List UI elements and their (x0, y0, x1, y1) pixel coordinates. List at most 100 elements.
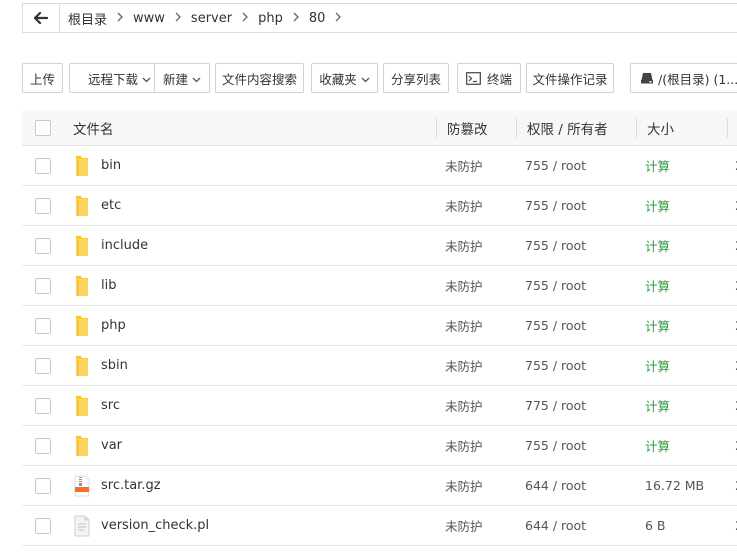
header-perm-owner[interactable]: 权限 / 所有者 (527, 110, 608, 145)
calculate-size-link[interactable]: 计算 (645, 426, 670, 465)
header-protect[interactable]: 防篡改 (447, 110, 488, 145)
calculate-size-link[interactable]: 计算 (645, 186, 670, 225)
breadcrumb-item[interactable]: server (189, 11, 234, 26)
disk-icon (640, 72, 654, 84)
chevron-down-icon (192, 71, 201, 86)
filename[interactable]: bin (101, 158, 121, 173)
favorites-button[interactable]: 收藏夹 (311, 63, 378, 93)
terminal-button[interactable]: 终端 (457, 63, 521, 93)
filename[interactable]: var (101, 438, 122, 453)
filename-cell[interactable]: php (73, 306, 126, 345)
filename[interactable]: src.tar.gz (101, 478, 161, 493)
table-row[interactable]: sbin未防护755 / root计算2 (22, 346, 737, 386)
row-checkbox-cell (35, 466, 51, 505)
table-row[interactable]: lib未防护755 / root计算2 (22, 266, 737, 306)
upload-button[interactable]: 上传 (22, 63, 63, 93)
protect-status: 未防护 (445, 439, 483, 454)
protect-status: 未防护 (445, 519, 483, 534)
column-divider (516, 118, 517, 138)
chevron-right-icon (285, 11, 307, 25)
filename[interactable]: sbin (101, 358, 128, 373)
row-checkbox[interactable] (35, 477, 51, 494)
filename-cell[interactable]: src (73, 386, 120, 425)
chevron-down-icon (142, 71, 151, 86)
table-row[interactable]: include未防护755 / root计算2 (22, 226, 737, 266)
filename-cell[interactable]: sbin (73, 346, 128, 385)
row-checkbox[interactable] (35, 357, 51, 374)
perm-owner[interactable]: 755 / root (525, 186, 586, 225)
filename[interactable]: version_check.pl (101, 518, 209, 533)
perm-owner[interactable]: 755 / root (525, 426, 586, 465)
filename-cell[interactable]: etc (73, 186, 121, 225)
perm-owner[interactable]: 644 / root (525, 466, 586, 505)
calculate-size-link[interactable]: 计算 (645, 386, 670, 425)
filename[interactable]: lib (101, 278, 116, 293)
filename-cell[interactable]: bin (73, 146, 121, 185)
row-checkbox[interactable] (35, 237, 51, 254)
filename[interactable]: php (101, 318, 126, 333)
filename-cell[interactable]: include (73, 226, 148, 265)
filename-cell[interactable]: lib (73, 266, 116, 305)
row-checkbox[interactable] (35, 437, 51, 454)
row-checkbox[interactable] (35, 197, 51, 214)
select-all-checkbox[interactable] (35, 119, 51, 136)
filename[interactable]: include (101, 238, 148, 253)
breadcrumb-item[interactable]: www (131, 11, 167, 26)
row-checkbox[interactable] (35, 397, 51, 414)
table-row[interactable]: src未防护775 / root计算2 (22, 386, 737, 426)
table-row[interactable]: bin未防护755 / root计算2 (22, 146, 737, 186)
calculate-size-link[interactable]: 计算 (645, 266, 670, 305)
breadcrumb-item[interactable]: 80 (307, 11, 328, 26)
perm-owner[interactable]: 644 / root (525, 506, 586, 545)
protect-status: 未防护 (445, 399, 483, 414)
create-button[interactable]: 新建 (154, 63, 210, 93)
row-checkbox[interactable] (35, 277, 51, 294)
calculate-size-link[interactable]: 计算 (645, 146, 670, 185)
row-checkbox[interactable] (35, 157, 51, 174)
protect-status: 未防护 (445, 159, 483, 174)
calculate-size-link[interactable]: 计算 (645, 306, 670, 345)
content-search-button[interactable]: 文件内容搜索 (215, 63, 304, 93)
table-row[interactable]: php未防护755 / root计算2 (22, 306, 737, 346)
breadcrumb-item[interactable]: 根目录 (66, 9, 109, 28)
row-checkbox[interactable] (35, 317, 51, 334)
protect-status: 未防护 (445, 479, 483, 494)
perm-owner[interactable]: 755 / root (525, 146, 586, 185)
operation-log-button[interactable]: 文件操作记录 (526, 63, 614, 93)
breadcrumb-bar: 根目录 www server php 80 (22, 3, 737, 33)
row-checkbox-cell (35, 346, 51, 385)
folder-icon (73, 435, 91, 457)
table-row[interactable]: var未防护755 / root计算2 (22, 426, 737, 466)
protect-status: 未防护 (445, 359, 483, 374)
row-checkbox-cell (35, 266, 51, 305)
breadcrumb-item[interactable]: php (256, 11, 285, 26)
share-list-button[interactable]: 分享列表 (383, 63, 449, 93)
disk-selector-button[interactable]: /(根目录) (1... (630, 63, 737, 93)
filename[interactable]: src (101, 398, 120, 413)
back-button[interactable] (23, 4, 60, 32)
row-checkbox[interactable] (35, 517, 51, 534)
calculate-size-link[interactable]: 计算 (645, 226, 670, 265)
folder-icon (73, 235, 91, 257)
calculate-size-link[interactable]: 计算 (645, 346, 670, 385)
header-filename[interactable]: 文件名 (73, 110, 114, 145)
table-row[interactable]: version_check.pl未防护644 / root6 B2 (22, 506, 737, 546)
terminal-icon (466, 71, 481, 85)
filename-cell[interactable]: version_check.pl (73, 506, 209, 545)
table-row[interactable]: etc未防护755 / root计算2 (22, 186, 737, 226)
perm-owner[interactable]: 755 / root (525, 346, 586, 385)
perm-owner[interactable]: 755 / root (525, 266, 586, 305)
header-size[interactable]: 大小 (647, 110, 674, 145)
perm-owner[interactable]: 755 / root (525, 306, 586, 345)
table-row[interactable]: src.tar.gz未防护644 / root16.72 MB2 (22, 466, 737, 506)
chevron-right-icon (109, 11, 131, 25)
perm-owner[interactable]: 755 / root (525, 226, 586, 265)
filename-cell[interactable]: var (73, 426, 122, 465)
filename[interactable]: etc (101, 198, 121, 213)
file-size: 16.72 MB (645, 478, 705, 493)
row-checkbox-cell (35, 386, 51, 425)
protect-status: 未防护 (445, 279, 483, 294)
perm-owner[interactable]: 775 / root (525, 386, 586, 425)
table-body: bin未防护755 / root计算2etc未防护755 / root计算2in… (22, 146, 737, 546)
filename-cell[interactable]: src.tar.gz (73, 466, 161, 505)
